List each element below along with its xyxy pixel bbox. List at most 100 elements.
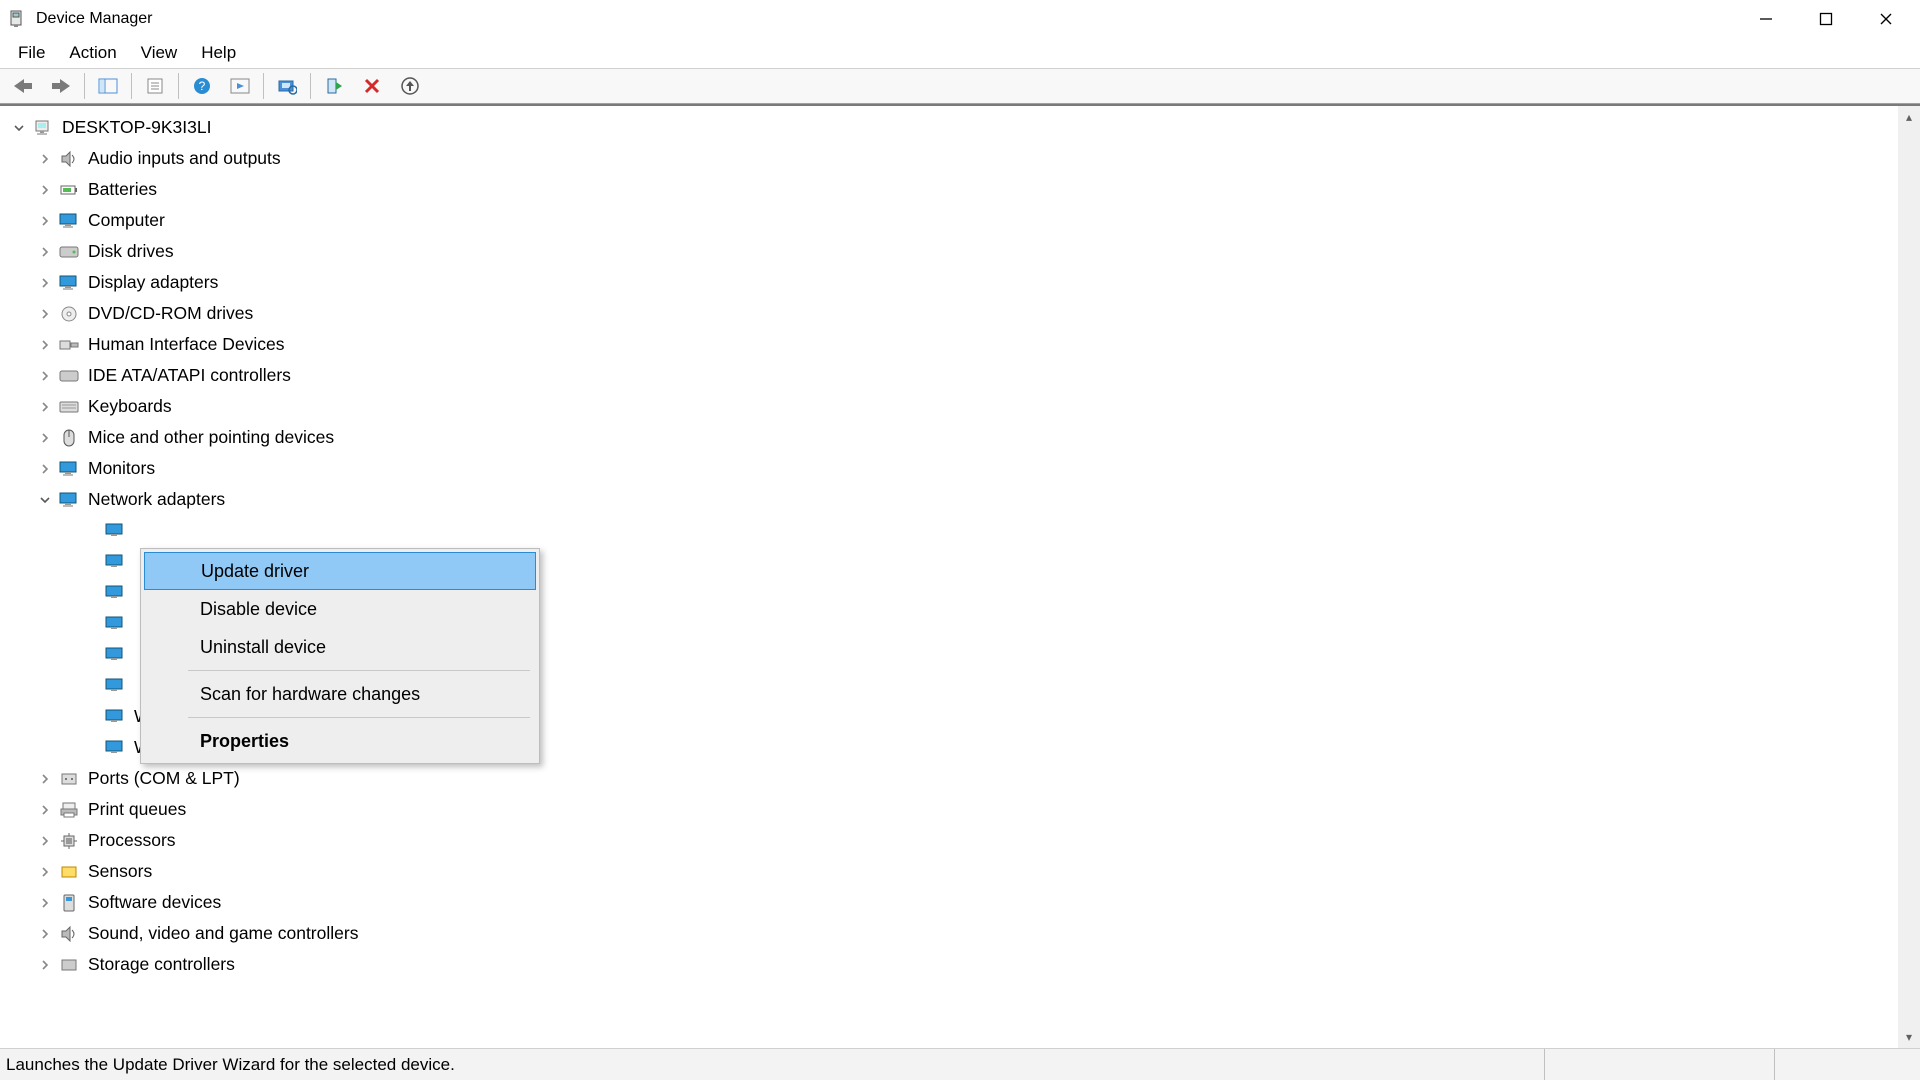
chevron-right-icon[interactable] [36,398,54,416]
tree-category-label: Software devices [88,892,221,913]
chevron-right-icon[interactable] [36,181,54,199]
tree-category[interactable]: Monitors [0,453,1898,484]
minimize-button[interactable] [1736,4,1796,34]
disc-icon [58,303,80,325]
network-icon [58,489,80,511]
chevron-right-icon[interactable] [36,243,54,261]
tree-category[interactable]: Keyboards [0,391,1898,422]
tree-category[interactable]: Sound, video and game controllers [0,918,1898,949]
chevron-right-icon[interactable] [36,274,54,292]
hid-icon [58,334,80,356]
maximize-button[interactable] [1796,4,1856,34]
context-menu: Update driver Disable device Uninstall d… [140,548,540,764]
scroll-up-icon[interactable]: ▴ [1898,106,1920,128]
action-button[interactable] [223,71,257,101]
chevron-down-icon[interactable] [10,119,28,137]
tree-root[interactable]: DESKTOP-9K3I3LI [0,112,1898,143]
back-button[interactable] [6,71,40,101]
ctx-uninstall-device[interactable]: Uninstall device [144,628,536,666]
chevron-right-icon[interactable] [36,801,54,819]
menu-view[interactable]: View [129,39,190,67]
scroll-down-icon[interactable]: ▾ [1898,1026,1920,1048]
chevron-right-icon[interactable] [36,429,54,447]
tree-category-label: Keyboards [88,396,172,417]
monitor-icon [58,458,80,480]
tree-category[interactable]: Ports (COM & LPT) [0,763,1898,794]
tree-category-label: Mice and other pointing devices [88,427,334,448]
tree-category[interactable]: Human Interface Devices [0,329,1898,360]
network-icon [104,520,126,542]
enable-device-button[interactable] [317,71,351,101]
ctx-disable-device[interactable]: Disable device [144,590,536,628]
menu-file[interactable]: File [6,39,57,67]
chevron-right-icon[interactable] [36,367,54,385]
ctx-update-driver[interactable]: Update driver [144,552,536,590]
help-button[interactable]: ? [185,71,219,101]
toolbar: ? [0,68,1920,104]
app-icon [8,9,28,29]
chevron-right-icon[interactable] [36,863,54,881]
tree-category-label: Monitors [88,458,155,479]
close-button[interactable] [1856,4,1916,34]
tree-category-label: Computer [88,210,165,231]
tree-category[interactable]: DVD/CD-ROM drives [0,298,1898,329]
tree-category[interactable]: Processors [0,825,1898,856]
properties-button[interactable] [138,71,172,101]
update-driver-button[interactable] [393,71,427,101]
network-icon [104,706,126,728]
chevron-right-icon[interactable] [36,832,54,850]
chevron-down-icon[interactable] [36,491,54,509]
tree-category[interactable]: IDE ATA/ATAPI controllers [0,360,1898,391]
monitor-icon [58,272,80,294]
tree-category[interactable]: Software devices [0,887,1898,918]
chevron-right-icon[interactable] [36,925,54,943]
tree-category-label: Batteries [88,179,157,200]
chevron-right-icon[interactable] [36,336,54,354]
ctx-properties[interactable]: Properties [144,722,536,760]
tree-category[interactable]: Sensors [0,856,1898,887]
tree-category[interactable]: Print queues [0,794,1898,825]
statusbar: Launches the Update Driver Wizard for th… [0,1048,1920,1080]
chevron-right-icon[interactable] [36,150,54,168]
tree-category[interactable]: Audio inputs and outputs [0,143,1898,174]
scan-hardware-button[interactable] [270,71,304,101]
storage-icon [58,954,80,976]
audio-icon [58,148,80,170]
tree-category-label: Audio inputs and outputs [88,148,281,169]
vertical-scrollbar[interactable]: ▴ ▾ [1898,106,1920,1048]
tree-category[interactable]: Storage controllers [0,949,1898,980]
tree-category-label: Processors [88,830,176,851]
chevron-right-icon[interactable] [36,460,54,478]
chevron-right-icon[interactable] [36,894,54,912]
svg-text:?: ? [199,79,206,93]
cpu-icon [58,830,80,852]
tree-category[interactable]: Mice and other pointing devices [0,422,1898,453]
mouse-icon [58,427,80,449]
tree-category[interactable]: Display adapters [0,267,1898,298]
menu-help[interactable]: Help [189,39,248,67]
tree-category-label: Ports (COM & LPT) [88,768,240,789]
tree-device[interactable] [0,515,1898,546]
disk-icon [58,241,80,263]
menu-action[interactable]: Action [57,39,128,67]
tree-category-label: Sound, video and game controllers [88,923,358,944]
tree-category-label: Disk drives [88,241,174,262]
show-hide-tree-button[interactable] [91,71,125,101]
status-segment [1544,1049,1774,1080]
ctx-item-label: Scan for hardware changes [200,684,420,705]
ctx-scan-hardware[interactable]: Scan for hardware changes [144,675,536,713]
ctx-item-label: Uninstall device [200,637,326,658]
tree-category-label: Network adapters [88,489,225,510]
tree-category[interactable]: Disk drives [0,236,1898,267]
chevron-right-icon[interactable] [36,212,54,230]
chevron-right-icon[interactable] [36,956,54,974]
ctx-item-label: Update driver [201,561,309,582]
chevron-right-icon[interactable] [36,770,54,788]
tree-category[interactable]: Batteries [0,174,1898,205]
tree-category[interactable]: Computer [0,205,1898,236]
network-icon [104,675,126,697]
forward-button[interactable] [44,71,78,101]
chevron-right-icon[interactable] [36,305,54,323]
uninstall-device-button[interactable] [355,71,389,101]
tree-category-network[interactable]: Network adapters [0,484,1898,515]
